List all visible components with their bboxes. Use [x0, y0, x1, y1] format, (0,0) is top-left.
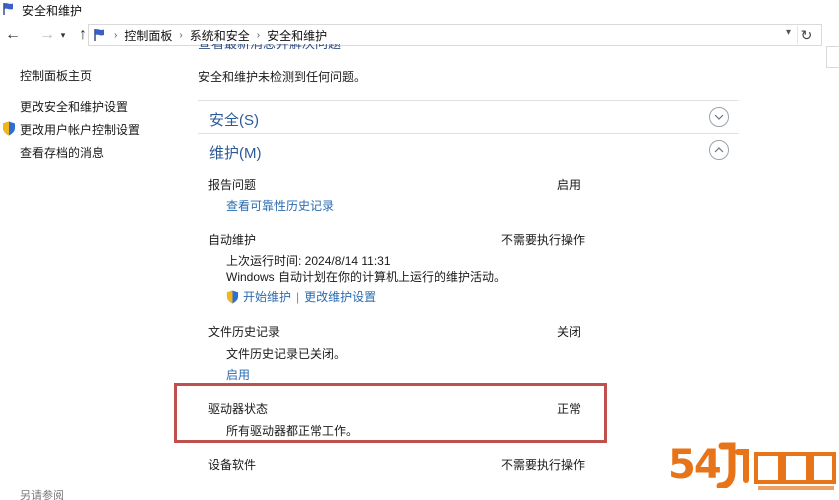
maintenance-description: Windows 自动计划在你的计算机上运行的维护活动。 [226, 270, 507, 284]
chevron-down-icon[interactable] [709, 107, 729, 127]
address-bar[interactable]: › 控制面板 › 系统和安全 › 安全和维护 ▾ ↻ [88, 24, 822, 46]
link-divider: | [296, 289, 300, 304]
see-also-heading: 另请参阅 [20, 490, 64, 500]
uac-shield-icon [2, 121, 16, 139]
breadcrumb-separator-icon[interactable]: › [257, 30, 260, 41]
auto-maintenance-title: 自动维护 [208, 233, 257, 247]
breadcrumb-separator-icon[interactable]: › [114, 30, 117, 41]
report-problems-title: 报告问题 [208, 178, 257, 192]
page-heading-cut: 查看最新消息并解决问题 [198, 44, 341, 54]
section-security[interactable]: 安全(S) [198, 100, 739, 132]
window-title: 安全和维护 [22, 3, 83, 18]
auto-maintenance-status: 不需要执行操作 [501, 233, 586, 247]
navigation-bar: ← → ▾ ↑ › 控制面板 › 系统和安全 › 安全和维护 ▾ ↻ [0, 22, 839, 68]
breadcrumb-security-maintenance[interactable]: 安全和维护 [267, 27, 327, 44]
title-bar: 安全和维护 [0, 0, 839, 20]
section-maintenance[interactable]: 维护(M) [198, 133, 739, 165]
refresh-icon[interactable]: ↻ [797, 26, 815, 44]
start-maintenance-link[interactable]: 开始维护 [243, 288, 291, 305]
sidebar-item-change-uac-settings[interactable]: 更改用户帐户控制设置 [20, 121, 140, 138]
report-problems-status: 启用 [557, 178, 582, 192]
chevron-up-icon[interactable] [709, 140, 729, 160]
last-run-text: 上次运行时间: 2024/8/14 11:31 [226, 254, 391, 268]
flag-icon [93, 28, 107, 42]
flag-icon [2, 2, 16, 19]
breadcrumb-system-security[interactable]: 系统和安全 [190, 27, 250, 44]
watermark-glyph [716, 442, 750, 490]
device-software-title: 设备软件 [208, 458, 257, 472]
sidebar-item-change-security-settings[interactable]: 更改安全和维护设置 [20, 98, 128, 115]
file-history-text: 文件历史记录已关闭。 [226, 347, 347, 361]
sidebar-item-control-panel-home[interactable]: 控制面板主页 [20, 67, 92, 84]
back-arrow-icon[interactable]: ← [2, 24, 24, 46]
watermark-text: 54 [668, 442, 722, 488]
section-maintenance-label[interactable]: 维护(M) [209, 142, 262, 163]
dropdown-chevron-icon[interactable]: ▾ [58, 24, 68, 46]
section-security-label[interactable]: 安全(S) [209, 109, 259, 130]
address-dropdown-icon[interactable]: ▾ [786, 27, 791, 38]
watermark-graphic [752, 448, 838, 494]
device-software-status: 不需要执行操作 [501, 458, 586, 472]
search-input[interactable] [826, 46, 839, 68]
sidebar-item-archived-messages[interactable]: 查看存档的消息 [20, 144, 104, 161]
enable-file-history-link[interactable]: 启用 [226, 366, 250, 383]
drive-status-highlight-box [174, 383, 607, 443]
maintenance-links: 开始维护 | 更改维护设置 [226, 288, 376, 305]
file-history-title: 文件历史记录 [208, 325, 281, 339]
watermark-logo: 54 [668, 440, 839, 500]
breadcrumb-separator-icon[interactable]: › [179, 30, 182, 41]
summary-text: 安全和维护未检测到任何问题。 [198, 70, 367, 84]
change-maintenance-settings-link[interactable]: 更改维护设置 [304, 288, 376, 305]
file-history-status: 关闭 [557, 325, 582, 339]
uac-shield-icon [226, 290, 239, 304]
forward-arrow-icon[interactable]: → [36, 24, 58, 46]
breadcrumb-control-panel[interactable]: 控制面板 [124, 27, 172, 44]
reliability-history-link[interactable]: 查看可靠性历史记录 [226, 197, 334, 214]
